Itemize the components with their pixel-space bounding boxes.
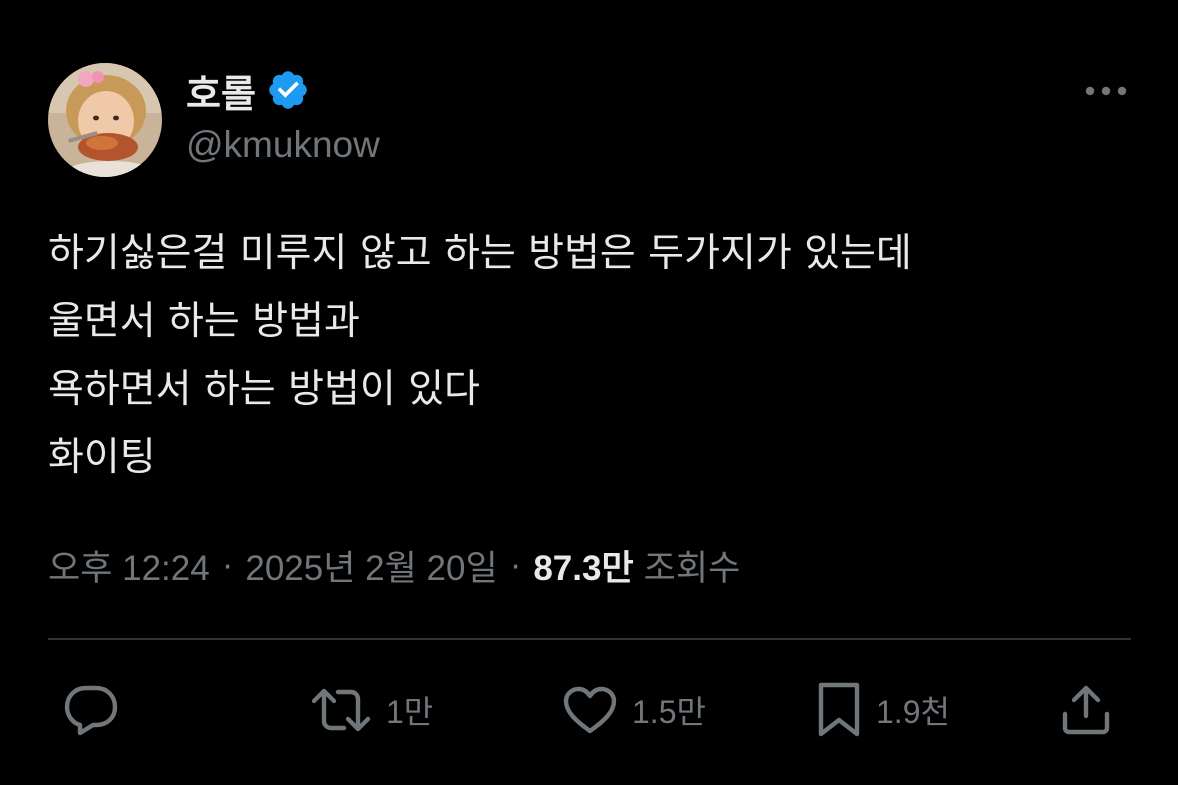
meta-separator: ·	[221, 545, 234, 584]
more-options-button[interactable]	[1082, 74, 1130, 108]
bookmark-button[interactable]: 1.9천	[816, 668, 950, 752]
display-name[interactable]: 호롤	[186, 63, 256, 118]
meta-separator: ·	[509, 545, 522, 584]
author-handle[interactable]: @kmuknow	[186, 124, 380, 166]
reply-bubble-icon	[64, 685, 118, 736]
retweet-count: 1만	[386, 694, 434, 730]
tweet-meta: 오후 12:24 · 2025년 2월 20일 · 87.3만 조회수	[48, 538, 740, 592]
bookmark-icon	[818, 682, 860, 737]
like-count: 1.5만	[632, 694, 706, 730]
views-count[interactable]: 87.3만	[533, 540, 633, 591]
retweet-icon	[311, 688, 371, 732]
reply-button[interactable]	[62, 668, 134, 752]
tweet-text: 하기싫은걸 미루지 않고 하는 방법은 두가지가 있는데 울면서 하는 방법과 …	[48, 220, 1138, 492]
verified-badge-icon	[266, 68, 310, 112]
tweet-date[interactable]: 2025년 2월 20일	[245, 540, 497, 591]
views-label: 조회수	[643, 548, 741, 588]
action-bar: 1만 1.5만 1.9천	[0, 668, 1178, 752]
bookmark-count: 1.9천	[876, 694, 950, 730]
tweet-detail: 호롤 @kmuknow 하기싫은걸 미루지 않고 하는 방법은 두가지가 있는데…	[0, 0, 1178, 785]
like-button[interactable]: 1.5만	[562, 668, 706, 752]
author-name-row[interactable]: 호롤	[186, 64, 310, 116]
share-button[interactable]	[1060, 668, 1112, 752]
share-upload-icon	[1062, 685, 1110, 735]
avatar-image	[48, 63, 162, 177]
divider	[48, 638, 1131, 640]
more-horizontal-icon	[1085, 86, 1127, 96]
tweet-text-line: 울면서 하는 방법과	[48, 299, 360, 344]
tweet-time[interactable]: 오후 12:24	[48, 540, 210, 591]
heart-icon	[563, 686, 617, 734]
tweet-text-line: 하기싫은걸 미루지 않고 하는 방법은 두가지가 있는데	[48, 231, 912, 276]
retweet-button[interactable]: 1만	[310, 668, 433, 752]
tweet-text-line: 화이팅	[48, 435, 156, 480]
tweet-text-line: 욕하면서 하는 방법이 있다	[48, 367, 480, 412]
avatar[interactable]	[48, 63, 162, 177]
